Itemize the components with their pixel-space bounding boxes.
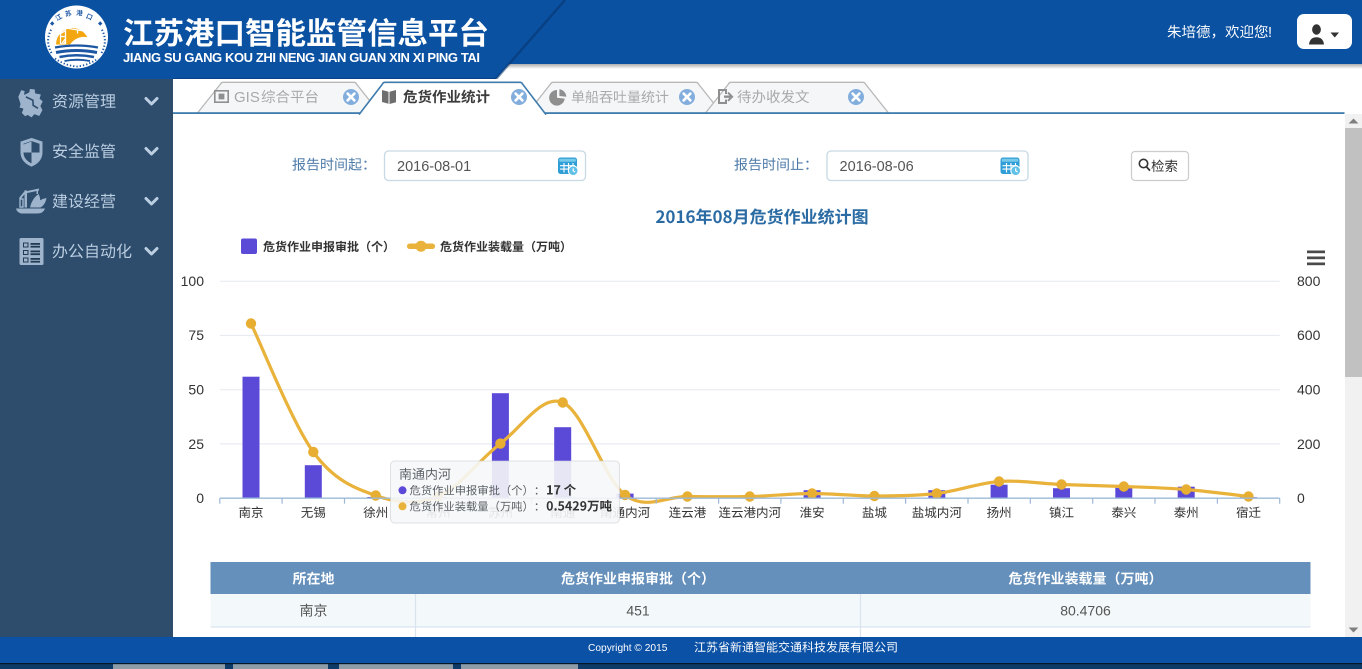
svg-text:50: 50 [188, 382, 204, 398]
svg-text:400: 400 [1297, 382, 1321, 398]
svg-text:!: ! [1268, 25, 1272, 41]
svg-text:451: 451 [626, 603, 650, 619]
svg-text:200: 200 [1297, 436, 1321, 452]
svg-text:80.4706: 80.4706 [1060, 603, 1111, 619]
svg-text:0: 0 [1297, 490, 1305, 506]
svg-text:100: 100 [181, 273, 205, 289]
svg-text:0: 0 [196, 490, 204, 506]
svg-text:25: 25 [188, 436, 204, 452]
svg-text:600: 600 [1297, 327, 1321, 343]
svg-text:2016-08-01: 2016-08-01 [397, 159, 471, 175]
svg-text:Copyright © 2015: Copyright © 2015 [588, 643, 668, 654]
svg-text:75: 75 [188, 327, 204, 343]
svg-text:2016-08-06: 2016-08-06 [840, 159, 914, 175]
svg-text:GIS: GIS [234, 89, 260, 106]
svg-text:800: 800 [1297, 273, 1321, 289]
svg-text:JIANG SU GANG KOU ZHI NENG JIA: JIANG SU GANG KOU ZHI NENG JIAN GUAN XIN… [123, 50, 480, 65]
